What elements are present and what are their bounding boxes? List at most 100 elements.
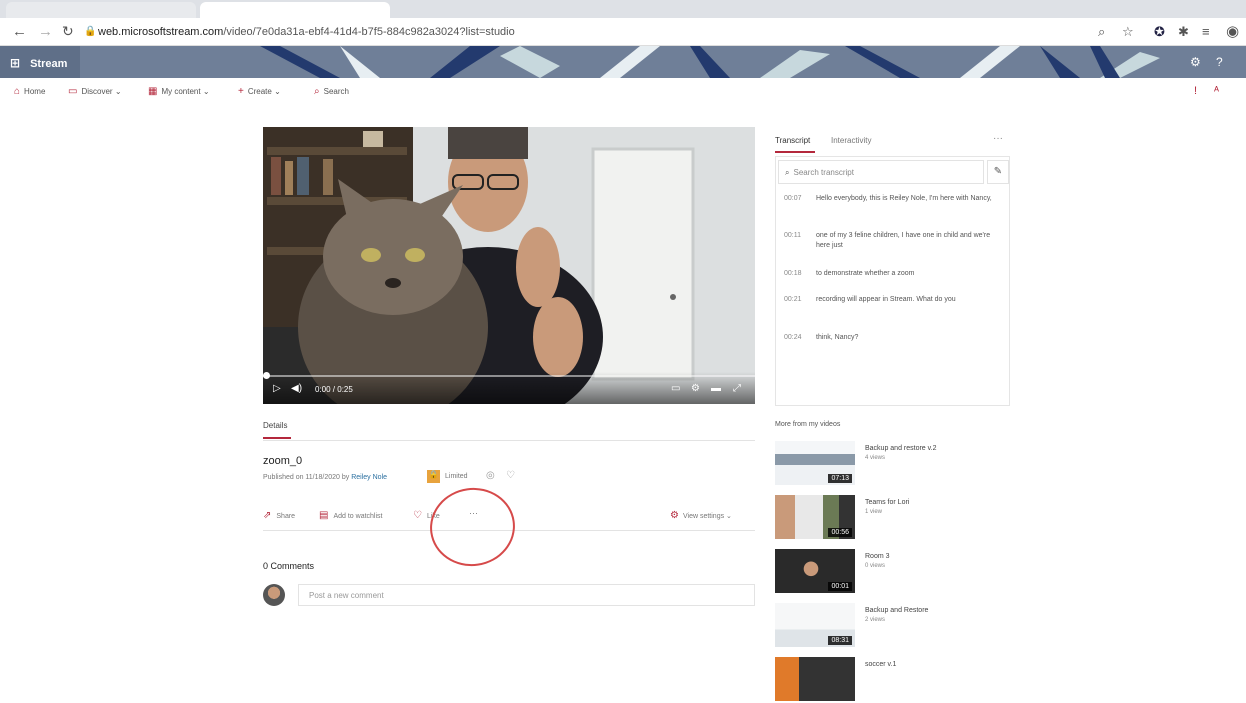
plus-icon: + xyxy=(238,86,244,97)
add-to-watchlist-button[interactable]: ▤ Add to watchlist xyxy=(319,510,382,521)
nav-my-content-label: My content xyxy=(161,87,201,96)
transcript-text: Hello everybody, this is Reiley Nole, I'… xyxy=(816,195,992,202)
stream-banner: ⊞ Stream ⚙ ? xyxy=(0,46,1246,78)
playlist-icon[interactable]: ≡ xyxy=(1202,24,1210,39)
lock-icon: 🔒 xyxy=(84,26,97,37)
profile-icon[interactable]: ◉ xyxy=(1226,22,1239,40)
video-duration: 07:13 xyxy=(828,474,852,483)
browser-tab-active[interactable] xyxy=(200,2,390,18)
comments-title: 0 Comments xyxy=(263,561,315,571)
video-name[interactable]: Backup and restore v.2 xyxy=(865,445,936,452)
video-views: 0 views xyxy=(865,563,886,569)
annotation-circle xyxy=(424,482,521,572)
video-thumbnail[interactable]: 07:13 xyxy=(775,441,855,485)
video-name[interactable]: Backup and Restore xyxy=(865,607,928,614)
back-arrow-icon[interactable]: ← xyxy=(12,23,27,40)
help-icon[interactable]: ? xyxy=(1216,55,1223,69)
video-thumbnail[interactable]: 08:31 xyxy=(775,603,855,647)
video-list-item[interactable]: 00:01 Room 3 0 views xyxy=(775,549,1010,595)
progress-track[interactable] xyxy=(263,375,755,377)
video-name[interactable]: Room 3 xyxy=(865,553,890,560)
video-thumbnail[interactable]: 00:01 xyxy=(775,549,855,593)
video-views: 1 view xyxy=(865,509,883,515)
transcript-text: one of my 3 feline children, I have one … xyxy=(816,232,991,249)
volume-icon[interactable]: ◀) xyxy=(291,383,302,394)
share-button[interactable]: ⇗ Share xyxy=(263,510,295,521)
stream-brand[interactable]: ⊞ Stream xyxy=(0,46,80,78)
video-thumbnail[interactable]: 00:56 xyxy=(775,495,855,539)
progress-handle[interactable] xyxy=(263,372,270,379)
video-name[interactable]: Teams for Lori xyxy=(865,499,909,506)
video-duration: 00:01 xyxy=(828,582,852,591)
app-launcher-icon[interactable]: ⊞ xyxy=(10,56,20,70)
nav-my-content[interactable]: ▦ My content ⌄ xyxy=(148,86,210,97)
browser-address-bar: ← → ↻ 🔒 web.microsoftstream.com/video/7e… xyxy=(0,18,1246,46)
extension-icon[interactable]: ✪ xyxy=(1154,24,1165,40)
owner-link[interactable]: Reiley Nole xyxy=(351,474,387,481)
transcript-more-button[interactable]: ··· xyxy=(993,133,1003,144)
nav-discover-label: Discover xyxy=(81,87,113,96)
video-list-item[interactable]: 07:13 Backup and restore v.2 4 views xyxy=(775,441,1010,487)
app-name: Stream xyxy=(30,58,68,70)
divider xyxy=(263,440,755,441)
settings-gear-icon[interactable]: ⚙ xyxy=(1190,55,1201,69)
video-list-item[interactable]: 00:56 Teams for Lori 1 view xyxy=(775,495,1010,541)
comment-input[interactable]: Post a new comment xyxy=(298,584,755,606)
quality-gear-icon[interactable]: ⚙ xyxy=(691,383,700,394)
transcript-timestamp: 00:24 xyxy=(784,334,802,341)
transcript-text: think, Nancy? xyxy=(816,334,859,341)
view-settings-button[interactable]: ⚙ View settings ⌄ xyxy=(670,510,732,521)
view-settings-label: View settings xyxy=(682,513,725,520)
url-field[interactable]: web.microsoftstream.com/video/7e0da31a-e… xyxy=(98,26,515,38)
nav-create[interactable]: + Create ⌄ xyxy=(238,86,281,97)
video-list-item[interactable]: 08:31 Backup and Restore 2 views xyxy=(775,603,1010,649)
published-date: Published on 11/18/2020 by xyxy=(263,474,350,481)
tab-interactivity[interactable]: Interactivity xyxy=(831,136,871,145)
transcript-search-input[interactable]: ⌕ Search transcript xyxy=(778,160,984,184)
lock-badge-icon: 🔒 xyxy=(427,470,440,483)
video-thumbnail[interactable] xyxy=(775,657,855,701)
video-duration: 00:56 xyxy=(828,528,852,537)
settings-icon: ⚙ xyxy=(670,510,679,521)
play-icon[interactable]: ▷ xyxy=(273,383,281,394)
video-name[interactable]: soccer v.1 xyxy=(865,661,896,668)
browser-tab[interactable] xyxy=(6,2,196,18)
puzzle-icon[interactable]: ✱ xyxy=(1178,24,1189,40)
heart-icon: ♡ xyxy=(413,510,422,521)
nav-create-label: Create xyxy=(247,87,272,96)
edit-transcript-button[interactable]: ✎ xyxy=(987,160,1009,184)
transcript-timestamp: 00:11 xyxy=(784,232,801,239)
zoom-icon[interactable]: ⌕ xyxy=(1098,24,1105,40)
nav-search-label: Search xyxy=(323,87,349,96)
search-icon: ⌕ xyxy=(314,86,320,97)
nav-discover[interactable]: ▭ Discover ⌄ xyxy=(68,86,122,97)
url-path: /video/7e0da31a-ebf4-41d4-b7f5-884c982a3… xyxy=(223,26,515,38)
nav-search[interactable]: ⌕ Search xyxy=(314,86,349,97)
nav-home[interactable]: ⌂ Home xyxy=(14,86,45,97)
star-icon[interactable]: ☆ xyxy=(1122,24,1134,40)
browser-tab-strip xyxy=(0,0,1246,18)
views-icon: ◎ xyxy=(486,470,495,481)
notification-icon[interactable]: ! xyxy=(1194,85,1197,97)
share-label: Share xyxy=(276,513,296,520)
transcript-timestamp: 00:07 xyxy=(784,195,802,202)
tab-underline xyxy=(775,151,815,153)
more-videos-title: More from my videos xyxy=(775,421,841,428)
video-frame xyxy=(263,127,755,404)
forward-arrow-icon[interactable]: → xyxy=(38,23,53,40)
captions-icon[interactable]: ▭ xyxy=(671,383,680,394)
video-list-item[interactable]: soccer v.1 xyxy=(775,657,1010,703)
published-info: Published on 11/18/2020 by Reiley Nole xyxy=(263,474,387,481)
transcript-timestamp: 00:18 xyxy=(784,270,802,277)
theater-icon[interactable]: ▬ xyxy=(711,383,721,394)
chevron-down-icon: ⌄ xyxy=(202,87,210,96)
reload-icon[interactable]: ↻ xyxy=(62,23,74,40)
video-player[interactable]: ▷ ◀) 0:00 / 0:25 ▭ ⚙ ▬ ⤢ xyxy=(263,127,755,404)
people-icon[interactable]: ᴬ xyxy=(1214,85,1219,97)
chevron-down-icon: ⌄ xyxy=(726,513,732,520)
tab-transcript[interactable]: Transcript xyxy=(775,136,810,145)
tab-details[interactable]: Details xyxy=(263,421,287,430)
fullscreen-icon[interactable]: ⤢ xyxy=(733,383,741,394)
transcript-panel: ⌕ Search transcript ✎ 00:07 Hello everybod… xyxy=(775,156,1010,406)
stream-nav: ⌂ Home ▭ Discover ⌄ ▦ My content ⌄ + Create … xyxy=(0,78,1246,102)
